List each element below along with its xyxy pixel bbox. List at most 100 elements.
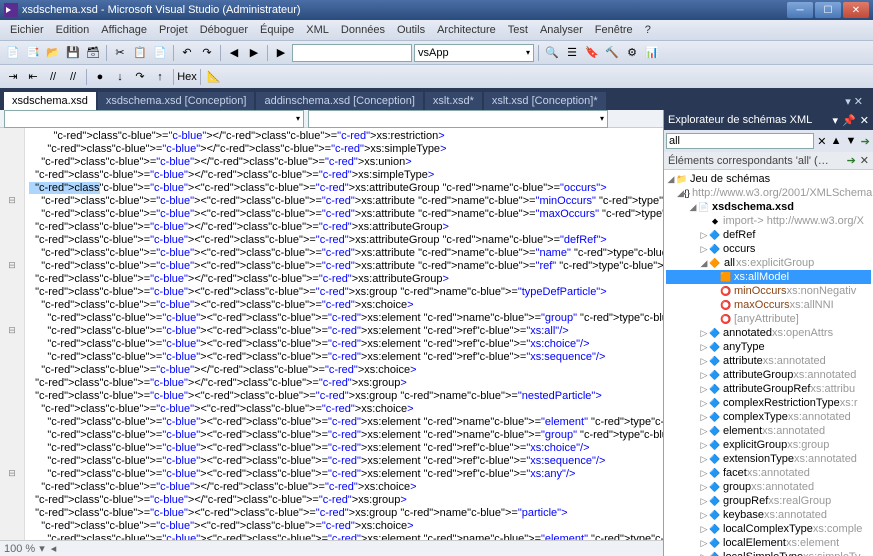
bookmark-icon[interactable]: 🔖 <box>583 44 601 62</box>
config-combo[interactable] <box>292 44 412 62</box>
tree-node[interactable]: ▷🔷attributeGroup xs:annotated <box>666 368 871 382</box>
zoom-level[interactable]: 100 % <box>4 543 35 555</box>
panel-close-icon[interactable]: ✕ <box>860 114 869 127</box>
code-line[interactable]: "c-red">class"c-blue">="c-blue"><"c-red"… <box>29 455 663 468</box>
menu-edition[interactable]: Edition <box>50 22 96 38</box>
code-line[interactable]: "c-red">class"c-blue">="c-blue"><"c-red"… <box>29 325 663 338</box>
add-item-icon[interactable]: 📑 <box>24 44 42 62</box>
tree-node[interactable]: ▷🔷element xs:annotated <box>666 424 871 438</box>
scope-combo[interactable]: ▾ <box>4 110 304 128</box>
indent-icon[interactable]: ⇥ <box>4 68 22 86</box>
doc-tab[interactable]: xslt.xsd [Conception]* <box>484 92 606 110</box>
doc-tab[interactable]: xsdschema.xsd <box>4 92 96 110</box>
run-combo[interactable]: vsApp▾ <box>414 44 534 62</box>
build-icon[interactable]: 🔨 <box>603 44 621 62</box>
code-line[interactable]: "c-red">class"c-blue">="c-blue"><"c-red"… <box>29 195 663 208</box>
search-clear-icon[interactable]: ✕ <box>816 133 828 149</box>
code-line[interactable]: "c-red">class"c-blue">="c-blue"><"c-red"… <box>29 351 663 364</box>
minimize-button[interactable]: ─ <box>787 2 813 18</box>
menu-équipe[interactable]: Équipe <box>254 22 300 38</box>
tree-node[interactable]: ⬥import-> http://www.w3.org/X <box>666 214 871 228</box>
panel-pin-icon[interactable]: 📌 <box>842 114 856 127</box>
zoom-dropdown-icon[interactable]: ▾ <box>39 542 45 555</box>
tree-node[interactable]: ▷🔷facet xs:annotated <box>666 466 871 480</box>
start-icon[interactable]: ▶ <box>272 44 290 62</box>
code-line[interactable]: "c-red">class"c-blue">="c-blue"><"c-red"… <box>29 234 663 247</box>
open-icon[interactable]: 📂 <box>44 44 62 62</box>
crumb-close-icon[interactable]: ✕ <box>860 154 869 167</box>
code-line[interactable]: "c-red">class"c-blue">="c-blue"><"c-red"… <box>29 260 663 273</box>
save-icon[interactable]: 💾 <box>64 44 82 62</box>
code-line[interactable]: "c-red">class"c-blue">="c-blue"></"c-red… <box>29 481 663 494</box>
menu-données[interactable]: Données <box>335 22 391 38</box>
step-out-icon[interactable]: ↑ <box>151 68 169 86</box>
crumb-go-icon[interactable]: ➔ <box>847 154 856 167</box>
menu-eichier[interactable]: Eichier <box>4 22 50 38</box>
copy-icon[interactable]: 📋 <box>131 44 149 62</box>
code-line[interactable]: "c-red">class"c-blue">="c-blue"><"c-red"… <box>29 403 663 416</box>
tree-node[interactable]: ▷🔷anyType <box>666 340 871 354</box>
tree-node[interactable]: ▷🔷complexRestrictionType xs:r <box>666 396 871 410</box>
tree-node[interactable]: 🟧xs:allModel <box>666 270 871 284</box>
tree-node[interactable]: ▷🔷complexType xs:annotated <box>666 410 871 424</box>
code-editor[interactable]: ⊟⊟⊟⊟⊟ "c-red">class"c-blue">="c-blue"></… <box>0 128 663 540</box>
new-project-icon[interactable]: 📄 <box>4 44 22 62</box>
menu-fenêtre[interactable]: Fenêtre <box>589 22 639 38</box>
code-line[interactable]: "c-red">class"c-blue">="c-blue"></"c-red… <box>29 130 663 143</box>
tree-node[interactable]: ◢🔶all xs:explicitGroup <box>666 256 871 270</box>
code-line[interactable]: "c-red">class"c-blue">="c-blue"><"c-red"… <box>29 208 663 221</box>
tree-node[interactable]: ▷🔷localSimpleType xs:simpleTy <box>666 550 871 556</box>
tree-node[interactable]: ▷🔷extensionType xs:annotated <box>666 452 871 466</box>
doc-tab[interactable]: addinschema.xsd [Conception] <box>256 92 422 110</box>
tree-node[interactable]: ◢📄xsdschema.xsd <box>666 200 871 214</box>
doc-tab[interactable]: xsdschema.xsd [Conception] <box>98 92 255 110</box>
redo-icon[interactable]: ↷ <box>198 44 216 62</box>
tree-node[interactable]: ▷🔷keybase xs:annotated <box>666 508 871 522</box>
tree-node[interactable]: ▷🔷attributeGroupRef xs:attribu <box>666 382 871 396</box>
menu-affichage[interactable]: Affichage <box>95 22 153 38</box>
tree-node[interactable]: ⭕maxOccurs xs:allNNI <box>666 298 871 312</box>
tabs-dropdown-icon[interactable]: ▾ ✕ <box>839 93 869 110</box>
code-line[interactable]: "c-red">class"c-blue">="c-blue"><"c-red"… <box>29 442 663 455</box>
nav-forward-icon[interactable]: ▶ <box>245 44 263 62</box>
hex-icon[interactable]: Hex <box>178 68 196 86</box>
find-icon[interactable]: 🔍 <box>543 44 561 62</box>
tree-node[interactable]: ▷🔷annotated xs:openAttrs <box>666 326 871 340</box>
tree-node[interactable]: ⭕[anyAttribute] <box>666 312 871 326</box>
code-line[interactable]: "c-red">class"c-blue">="c-blue"><"c-red"… <box>29 299 663 312</box>
code-line[interactable]: "c-red">class"c-blue">="c-blue"></"c-red… <box>29 494 663 507</box>
tree-node[interactable]: ▷🔷attribute xs:annotated <box>666 354 871 368</box>
code-line[interactable]: "c-red">class"c-blue">="c-blue"></"c-red… <box>29 273 663 286</box>
tree-node[interactable]: ▷🔷groupRef xs:realGroup <box>666 494 871 508</box>
code-line[interactable]: "c-red">class"c-blue">="c-blue"></"c-red… <box>29 143 663 156</box>
break-icon[interactable]: ● <box>91 68 109 86</box>
code-line[interactable]: "c-red">class"c-blue">="c-blue"><"c-red"… <box>29 338 663 351</box>
tree-node[interactable]: ▷🔷explicitGroup xs:group <box>666 438 871 452</box>
code-line[interactable]: "c-red">class"c-blue">="c-blue"><"c-red"… <box>29 507 663 520</box>
tool2-icon[interactable]: 📊 <box>643 44 661 62</box>
code-line[interactable]: "c-red">class"c-blue">="c-blue"></"c-red… <box>29 156 663 169</box>
nav-back-icon[interactable]: ◀ <box>225 44 243 62</box>
menu-outils[interactable]: Outils <box>391 22 431 38</box>
tool-icon[interactable]: ⚙ <box>623 44 641 62</box>
tree-node[interactable]: ▷🔷localElement xs:element <box>666 536 871 550</box>
panel-dropdown-icon[interactable]: ▾ <box>833 114 839 127</box>
paste-icon[interactable]: 📄 <box>151 44 169 62</box>
code-line[interactable]: "c-red">class"c-blue">="c-blue"><"c-red"… <box>29 286 663 299</box>
undo-icon[interactable]: ↶ <box>178 44 196 62</box>
outdent-icon[interactable]: ⇤ <box>24 68 42 86</box>
uncomment-icon[interactable]: // <box>64 68 82 86</box>
menu-déboguer[interactable]: Déboguer <box>194 22 254 38</box>
menu-?[interactable]: ? <box>639 22 657 38</box>
tree-node[interactable]: ⭕minOccurs xs:nonNegativ <box>666 284 871 298</box>
close-button[interactable]: ✕ <box>843 2 869 18</box>
tree-node[interactable]: ◢📁Jeu de schémas <box>666 172 871 186</box>
save-all-icon[interactable]: 🗃 <box>84 44 102 62</box>
code-line[interactable]: "c-red">class"c-blue">="c-blue"><"c-red"… <box>29 390 663 403</box>
code-line[interactable]: "c-red">class"c-blue">="c-blue"><"c-red"… <box>29 520 663 533</box>
maximize-button[interactable]: ☐ <box>815 2 841 18</box>
step-icon[interactable]: ↓ <box>111 68 129 86</box>
search-next-icon[interactable]: ▼ <box>845 133 858 149</box>
menu-analyser[interactable]: Analyser <box>534 22 589 38</box>
code-line[interactable]: "c-red">class"c-blue">="c-blue"><"c-red"… <box>29 416 663 429</box>
